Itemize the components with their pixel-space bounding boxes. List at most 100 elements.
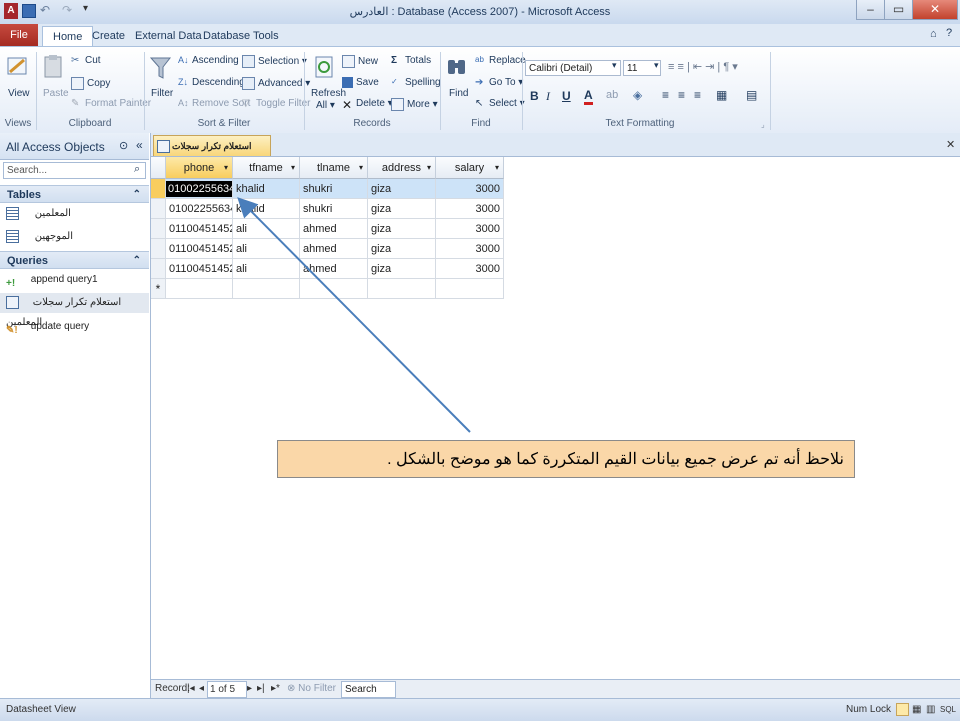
italic-icon[interactable]: I (546, 89, 550, 104)
nav-section-tables[interactable]: Tables ⌃ (0, 185, 149, 203)
dropdown-arrow-icon[interactable]: ▾ (291, 157, 295, 179)
align-center-icon[interactable]: ≡ (678, 88, 685, 102)
refresh-button[interactable]: Refresh (311, 88, 346, 99)
close-button[interactable]: ✕ (912, 0, 958, 20)
descending-button[interactable]: Z↓ Descending (178, 77, 245, 88)
table-cell[interactable]: shukri (300, 199, 368, 219)
fill-color-icon[interactable]: ◈ (633, 88, 642, 102)
table-cell[interactable]: ali (233, 239, 300, 259)
totals-button[interactable]: Σ Totals (391, 55, 431, 66)
remove-sort-button[interactable]: A↕ Remove Sort (178, 98, 250, 109)
nav-item-query[interactable]: +! append query1 (6, 270, 146, 290)
format-painter-button[interactable]: ✎ Format Painter (71, 98, 151, 109)
table-cell[interactable]: 3000 (436, 179, 504, 199)
row-selector[interactable] (151, 219, 166, 239)
new-record-nav-icon[interactable]: ▸* (271, 680, 280, 698)
bold-icon[interactable]: B (530, 89, 539, 103)
new-record-button[interactable]: New (342, 55, 378, 68)
tab-database-tools[interactable]: Database Tools (193, 26, 289, 46)
last-record-icon[interactable]: ▸| (257, 680, 265, 698)
table-cell[interactable]: ahmed (300, 259, 368, 279)
nav-menu-icon[interactable]: ⊙ (119, 139, 128, 152)
table-cell[interactable]: ali (233, 259, 300, 279)
new-row-cell[interactable] (368, 279, 436, 299)
tab-file[interactable]: File (0, 24, 38, 46)
copy-button[interactable]: Copy (71, 77, 110, 90)
goto-button[interactable]: ➔ Go To ▾ (475, 77, 523, 88)
gridlines-icon[interactable]: ▦ (716, 88, 727, 102)
datasheet-grid[interactable]: phone ▾ tfname ▾ tlname ▾ address ▾ salary ▾ … (151, 157, 960, 679)
filter-icon[interactable] (149, 54, 172, 82)
table-cell[interactable]: 3000 (436, 259, 504, 279)
chevron-down-icon[interactable]: ▾ (612, 60, 617, 71)
ribbon-collapse-icon[interactable]: ⌂ (930, 28, 937, 40)
nav-item-query[interactable]: ✎! update query (6, 317, 146, 337)
font-color-icon[interactable]: A (584, 88, 593, 105)
align-left-icon[interactable]: ≡ (662, 88, 669, 102)
table-cell[interactable]: 01100451452 (166, 239, 233, 259)
table-cell[interactable]: 01100451452 (166, 259, 233, 279)
table-cell[interactable]: ahmed (300, 219, 368, 239)
column-header[interactable]: tlname ▾ (300, 157, 368, 179)
align-right-icon[interactable]: ≡ (694, 88, 701, 102)
record-position-input[interactable]: 1 of 5 (207, 681, 247, 698)
advanced-button[interactable]: Advanced ▾ (242, 77, 310, 90)
new-row-cell[interactable] (436, 279, 504, 299)
datasheet-view-icon[interactable] (896, 703, 909, 716)
column-header[interactable]: salary ▾ (436, 157, 504, 179)
sql-view-icon[interactable]: SQL (940, 699, 956, 720)
cut-button[interactable]: ✂ Cut (71, 55, 101, 66)
highlight-icon[interactable]: ab (606, 89, 618, 101)
list-icons[interactable]: ≡ ≡ | ⇤ ⇥ | ¶ ▾ (668, 60, 738, 73)
ascending-button[interactable]: A↓ Ascending (178, 55, 239, 66)
table-cell[interactable]: 01002255634 (166, 199, 233, 219)
view-button[interactable]: View (8, 88, 30, 99)
nav-item-table[interactable]: الموجهين (6, 227, 146, 247)
table-cell[interactable]: 01002255634 (166, 179, 233, 199)
first-record-icon[interactable]: |◂ (187, 680, 195, 698)
pivot-chart-icon[interactable]: ▥ (926, 699, 935, 720)
alt-fill-icon[interactable]: ▤ (746, 88, 757, 102)
row-selector[interactable] (151, 259, 166, 279)
paste-button[interactable]: Paste (43, 88, 69, 99)
table-cell[interactable]: giza (368, 259, 436, 279)
row-selector[interactable] (151, 179, 166, 199)
replace-button[interactable]: ab Replace (475, 55, 526, 66)
dropdown-arrow-icon[interactable]: ▾ (359, 157, 363, 179)
new-row-cell[interactable] (166, 279, 233, 299)
more-button[interactable]: More ▾ (391, 98, 438, 111)
table-cell[interactable]: giza (368, 179, 436, 199)
table-cell[interactable]: 3000 (436, 199, 504, 219)
document-tab[interactable]: استعلام تكرار سجلات المعلمين (153, 135, 271, 171)
collapse-icon[interactable]: ⌃ (133, 252, 141, 270)
save-record-button[interactable]: Save (342, 77, 379, 88)
table-cell[interactable]: khalid (233, 179, 300, 199)
nav-item-query-selected[interactable]: استعلام تكرار سجلات المعلمين (0, 293, 149, 328)
view-icon[interactable] (6, 54, 30, 82)
chevron-down-icon[interactable]: ▾ (654, 60, 659, 71)
dropdown-arrow-icon[interactable]: ▾ (495, 157, 499, 179)
spelling-button[interactable]: ✓ Spelling (391, 77, 441, 88)
table-cell[interactable]: shukri (300, 179, 368, 199)
nav-pane-header[interactable]: All Access Objects ⊙ « (0, 133, 149, 160)
find-button[interactable]: Find (449, 88, 468, 99)
nav-item-table[interactable]: المعلمين (6, 204, 146, 224)
help-icon[interactable]: ? (946, 27, 952, 39)
selection-button[interactable]: Selection ▾ (242, 55, 307, 68)
row-selector[interactable] (151, 199, 166, 219)
filter-button[interactable]: Filter (151, 88, 173, 99)
table-cell[interactable]: 01100451452 (166, 219, 233, 239)
dialog-launcher-icon[interactable]: ⌟ (761, 120, 765, 129)
minimize-button[interactable]: – (856, 0, 885, 20)
column-header[interactable]: phone ▾ (166, 157, 233, 179)
dropdown-arrow-icon[interactable]: ▾ (427, 157, 431, 179)
shutter-bar-icon[interactable]: « (136, 138, 143, 152)
record-search-input[interactable]: Search (341, 681, 396, 698)
binoculars-icon[interactable] (446, 54, 468, 82)
underline-icon[interactable]: U (562, 89, 571, 103)
table-cell[interactable]: 3000 (436, 219, 504, 239)
table-cell[interactable]: giza (368, 239, 436, 259)
close-document-icon[interactable]: ✕ (946, 138, 955, 151)
pivot-table-icon[interactable]: ▦ (912, 699, 921, 720)
previous-record-icon[interactable]: ◂ (199, 680, 204, 698)
